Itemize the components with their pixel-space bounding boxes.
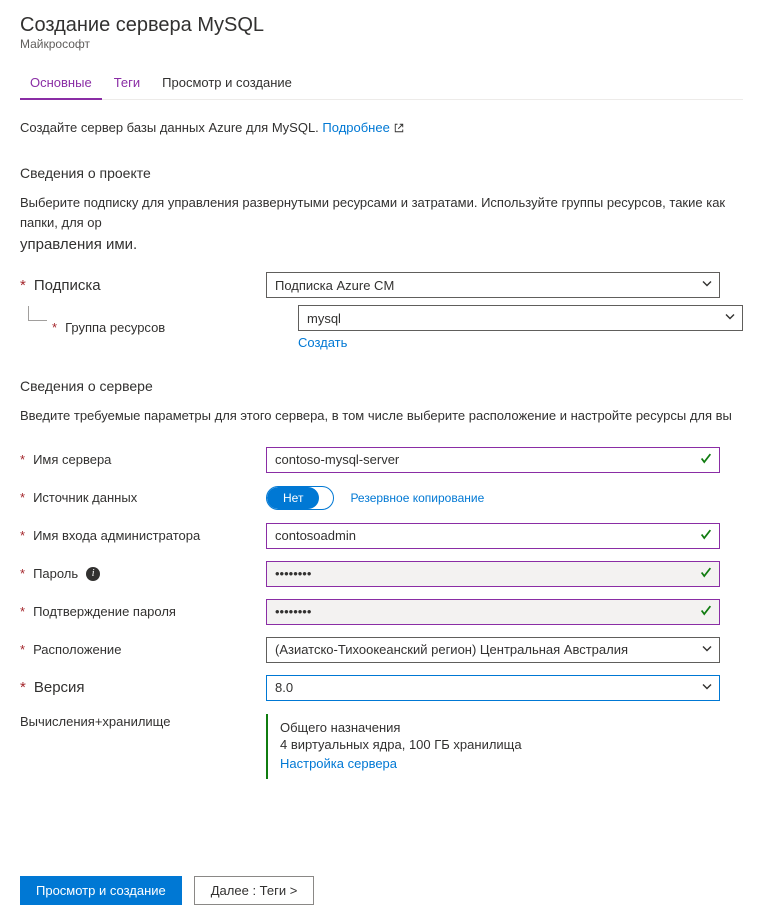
chevron-down-icon [701, 680, 713, 695]
password-label: *Пароль i [20, 566, 266, 581]
source-option-backup[interactable]: Резервное копирование [350, 491, 484, 505]
data-source-toggle[interactable]: Нет [266, 486, 334, 510]
server-name-value: contoso-mysql-server [275, 452, 399, 467]
source-option-none[interactable]: Нет [267, 487, 319, 509]
admin-login-input[interactable]: contosoadmin [266, 523, 720, 549]
next-tags-button[interactable]: Далее : Теги > [194, 876, 315, 905]
location-select[interactable]: (Азиатско-Тихоокеанский регион) Централь… [266, 637, 720, 663]
data-source-label: *Источник данных [20, 490, 266, 505]
compute-storage-label: Вычисления+хранилище [20, 714, 266, 729]
create-new-link[interactable]: Создать [298, 335, 347, 350]
server-heading: Сведения о сервере [20, 378, 743, 394]
project-help-2: управления ими. [20, 236, 743, 253]
check-icon [699, 451, 713, 468]
version-select[interactable]: 8.0 [266, 675, 720, 701]
confirm-password-input[interactable]: •••••••• [266, 599, 720, 625]
compute-spec: 4 виртуальных ядра, 100 ГБ хранилища [280, 737, 720, 752]
server-help: Введите требуемые параметры для этого се… [20, 406, 743, 426]
info-icon[interactable]: i [86, 567, 100, 581]
resource-group-value: mysql [307, 311, 341, 326]
location-label: *Расположение [20, 642, 266, 657]
subscription-value: Подписка Azure CM [275, 278, 394, 293]
chevron-down-icon [701, 642, 713, 657]
resource-group-select[interactable]: mysql [298, 305, 743, 331]
learn-more-link[interactable]: Подробнее [322, 120, 389, 135]
check-icon [699, 527, 713, 544]
check-icon [699, 603, 713, 620]
tab-review[interactable]: Просмотр и создание [152, 69, 302, 100]
compute-tier: Общего назначения [280, 720, 720, 735]
source-option-spacer [319, 487, 333, 509]
password-value: •••••••• [275, 566, 311, 581]
server-name-label: *Имя сервера [20, 452, 266, 467]
admin-login-label: *Имя входа администратора [20, 528, 266, 543]
confirm-password-label: *Подтверждение пароля [20, 604, 266, 619]
configure-server-link[interactable]: Настройка сервера [280, 756, 397, 771]
check-icon [699, 565, 713, 582]
external-link-icon [393, 122, 405, 137]
publisher-label: Майкрософт [20, 37, 743, 51]
intro-body: Создайте сервер базы данных Azure для My… [20, 120, 322, 135]
subscription-label: *Подписка [20, 277, 266, 294]
tab-basics[interactable]: Основные [20, 69, 102, 100]
chevron-down-icon [701, 278, 713, 293]
compute-storage-summary: Общего назначения 4 виртуальных ядра, 10… [266, 714, 720, 779]
password-input[interactable]: •••••••• [266, 561, 720, 587]
version-label: *Версия [20, 679, 266, 696]
confirm-password-value: •••••••• [275, 604, 311, 619]
tab-tags[interactable]: Теги [104, 69, 150, 100]
page-title: Создание сервера MySQL [20, 14, 743, 37]
footer-bar: Просмотр и создание Далее : Теги > [0, 866, 763, 915]
tab-bar: Основные Теги Просмотр и создание [20, 69, 743, 100]
version-value: 8.0 [275, 680, 293, 695]
project-help-1: Выберите подписку для управления разверн… [20, 193, 743, 232]
review-create-button[interactable]: Просмотр и создание [20, 876, 182, 905]
subscription-select[interactable]: Подписка Azure CM [266, 272, 720, 298]
resource-group-label: *Группа ресурсов [52, 320, 298, 335]
location-value: (Азиатско-Тихоокеанский регион) Централь… [275, 642, 628, 657]
admin-login-value: contosoadmin [275, 528, 356, 543]
intro-text: Создайте сервер базы данных Azure для My… [20, 120, 743, 137]
chevron-down-icon [724, 311, 736, 326]
project-heading: Сведения о проекте [20, 165, 743, 181]
server-name-input[interactable]: contoso-mysql-server [266, 447, 720, 473]
